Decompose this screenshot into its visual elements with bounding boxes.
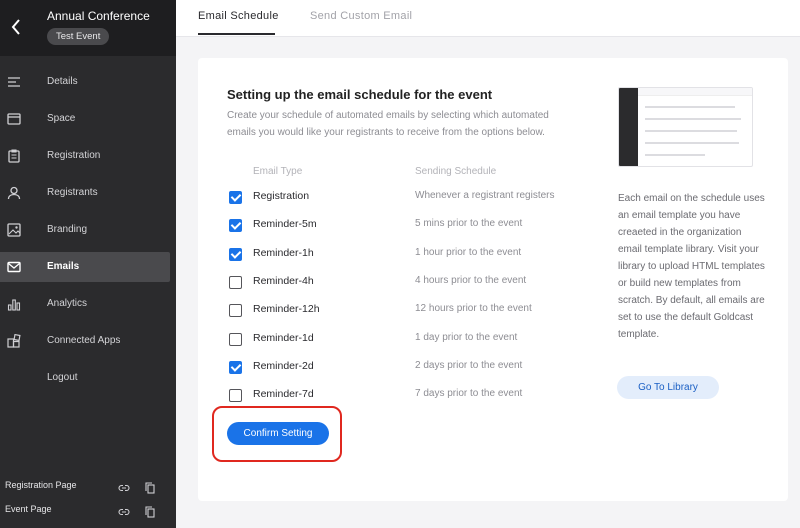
sending-schedule-label: Whenever a registrant registers <box>415 190 555 201</box>
sidebar-item-space[interactable]: Space <box>0 104 170 134</box>
sidebar-item-logout[interactable]: Logout <box>0 363 170 393</box>
copy-icon[interactable] <box>145 481 155 494</box>
email-checkbox[interactable] <box>229 247 242 261</box>
schedule-row: Reminder-5m 5 mins prior to the event <box>229 216 589 236</box>
clipboard-icon <box>7 149 21 163</box>
event-page-label: Event Page <box>5 504 52 514</box>
tab-bar: Email Schedule Send Custom Email <box>176 0 800 37</box>
go-to-library-button[interactable]: Go To Library <box>617 376 719 399</box>
back-chevron-icon[interactable] <box>8 16 24 38</box>
sending-schedule-label: 2 days prior to the event <box>415 359 523 371</box>
sidebar-item-details[interactable]: Details <box>0 67 170 97</box>
email-type-label: Reminder-1d <box>253 331 314 344</box>
schedule-row: Reminder-2d 2 days prior to the event <box>229 358 589 378</box>
schedule-row: Reminder-4h 4 hours prior to the event <box>229 273 589 293</box>
sidebar-item-label: Registration <box>47 150 101 161</box>
event-header: Annual Conference Test Event <box>0 0 176 56</box>
tab-email-schedule[interactable]: Email Schedule <box>198 10 279 22</box>
email-type-label: Reminder-7d <box>253 388 314 401</box>
library-info-text: Each email on the schedule uses an email… <box>618 193 765 340</box>
sidebar-item-analytics[interactable]: Analytics <box>0 289 170 319</box>
email-type-header: Email Type <box>253 166 303 177</box>
schedule-row: Registration Whenever a registrant regist… <box>229 188 589 208</box>
email-checkbox[interactable] <box>229 275 242 289</box>
image-icon <box>7 223 21 237</box>
person-icon <box>7 186 21 200</box>
event-page-row: Event Page <box>0 501 176 521</box>
bar-chart-icon <box>7 297 21 311</box>
schedule-description: Create your schedule of automated emails… <box>227 110 549 138</box>
sidebar-item-label: Details <box>47 76 78 87</box>
link-icon[interactable] <box>118 481 130 493</box>
email-schedule-card: Setting up the email schedule for the ev… <box>198 58 788 501</box>
sidebar-item-connected-apps[interactable]: Connected Apps <box>0 326 170 356</box>
sidebar-item-label: Connected Apps <box>47 335 121 346</box>
event-title: Annual Conference <box>47 9 150 23</box>
sidebar-item-label: Branding <box>47 224 88 235</box>
email-type-label: Reminder-1h <box>253 246 314 259</box>
email-type-label: Reminder-2d <box>253 359 314 372</box>
sidebar-item-emails[interactable]: Emails <box>0 252 170 282</box>
email-type-label: Registration <box>253 190 310 202</box>
details-icon <box>7 75 21 89</box>
schedule-title: Setting up the email schedule for the ev… <box>227 87 493 102</box>
sending-schedule-label: 12 hours prior to the event <box>415 303 532 315</box>
window-icon <box>7 112 21 126</box>
event-badge: Test Event <box>47 28 110 45</box>
sending-schedule-label: 7 days prior to the event <box>415 388 523 400</box>
apps-icon <box>7 333 21 348</box>
email-type-label: Reminder-12h <box>253 303 320 316</box>
sidebar-item-label: Registrants <box>47 187 98 198</box>
email-type-label: Reminder-5m <box>253 218 317 231</box>
schedule-row: Reminder-1d 1 day prior to the event <box>229 330 589 350</box>
template-preview-thumbnail <box>618 87 753 167</box>
email-checkbox[interactable] <box>229 191 242 204</box>
email-type-label: Reminder-4h <box>253 274 314 287</box>
sidebar-item-label: Emails <box>47 261 80 272</box>
sidebar-item-registration[interactable]: Registration <box>0 141 170 171</box>
sending-schedule-header: Sending Schedule <box>415 166 497 177</box>
schedule-row: Reminder-12h 12 hours prior to the event <box>229 301 589 321</box>
sending-schedule-label: 5 mins prior to the event <box>415 218 523 230</box>
sidebar: Annual Conference Test Event Details Spa… <box>0 0 176 528</box>
schedule-row: Reminder-7d 7 days prior to the event <box>229 386 589 406</box>
sidebar-item-registrants[interactable]: Registrants <box>0 178 170 208</box>
email-checkbox[interactable] <box>229 332 242 346</box>
schedule-row: Reminder-1h 1 hour prior to the event <box>229 245 589 265</box>
email-checkbox[interactable] <box>229 219 242 233</box>
email-checkbox[interactable] <box>229 304 242 318</box>
sending-schedule-label: 4 hours prior to the event <box>415 274 527 286</box>
registration-page-row: Registration Page <box>0 477 176 497</box>
confirm-setting-button[interactable]: Confirm Setting <box>227 422 329 445</box>
sending-schedule-label: 1 day prior to the event <box>415 331 518 343</box>
active-tab-indicator <box>198 33 275 35</box>
email-checkbox[interactable] <box>229 360 242 374</box>
email-checkbox[interactable] <box>229 389 242 403</box>
sending-schedule-label: 1 hour prior to the event <box>415 246 522 258</box>
sidebar-item-label: Logout <box>47 372 78 383</box>
sidebar-item-label: Space <box>47 113 76 124</box>
tab-send-custom-email[interactable]: Send Custom Email <box>310 10 412 22</box>
copy-icon[interactable] <box>145 505 155 518</box>
sidebar-item-branding[interactable]: Branding <box>0 215 170 245</box>
sidebar-item-label: Analytics <box>47 298 88 309</box>
registration-page-label: Registration Page <box>5 480 77 490</box>
envelope-icon <box>7 260 21 274</box>
link-icon[interactable] <box>118 505 130 517</box>
